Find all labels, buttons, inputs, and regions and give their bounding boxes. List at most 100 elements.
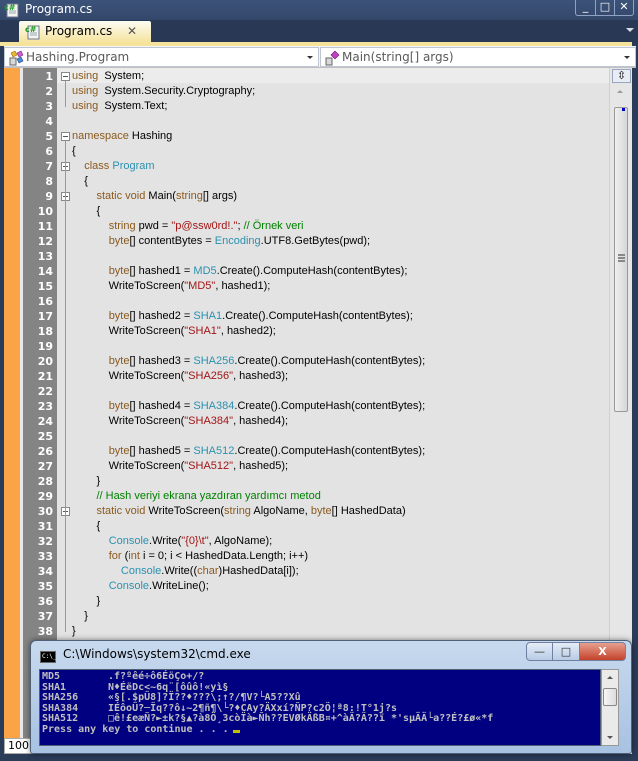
code-line[interactable]: 4	[4, 114, 632, 129]
type-token: Console	[108, 535, 150, 547]
scroll-up-icon[interactable]	[607, 676, 613, 679]
tab-overflow-dropdown-icon[interactable]	[626, 28, 634, 32]
hash-output: .f?ºêé÷ô6ÉöÇo+/?	[108, 671, 205, 682]
minimize-button[interactable]: _	[576, 0, 595, 15]
console-maximize-button[interactable]: □	[553, 642, 580, 661]
code-line[interactable]: 32 Console.Write("{0}\t", AlgoName);	[4, 534, 632, 549]
type-dropdown[interactable]: Hashing.Program	[4, 47, 319, 67]
scroll-up-icon[interactable]	[617, 90, 623, 93]
scroll-down-icon[interactable]	[607, 736, 613, 739]
code-line[interactable]: 38}	[4, 624, 632, 639]
code-line[interactable]: 31 {	[4, 519, 632, 534]
code-line[interactable]: 23 byte[] hashed4 = SHA384.Create().Comp…	[4, 399, 632, 414]
zoom-level-combo[interactable]: 100	[4, 738, 32, 754]
console-scrollbar-thumb[interactable]	[603, 688, 617, 706]
collapse-toggle-icon[interactable]	[61, 132, 70, 141]
line-number: 3	[45, 100, 53, 113]
code-line[interactable]: 8 {	[4, 174, 632, 189]
code-token: WriteToScreen(	[72, 325, 185, 337]
method-icon	[325, 50, 340, 66]
split-window-icon[interactable]: ⇳	[612, 69, 631, 83]
code-text: namespace Hashing	[72, 129, 172, 144]
code-line[interactable]: 25	[4, 429, 632, 444]
code-line[interactable]: 13	[4, 249, 632, 264]
close-button[interactable]: ✕	[614, 0, 633, 15]
scroll-position-marker	[622, 108, 625, 111]
code-line[interactable]: 36 }	[4, 594, 632, 609]
code-line[interactable]: 16	[4, 294, 632, 309]
code-token: {	[72, 205, 101, 217]
tab-close-icon[interactable]: ✕	[127, 24, 137, 38]
code-line[interactable]: 30 static void WriteToScreen(string Algo…	[4, 504, 632, 519]
code-line[interactable]: 35 Console.WriteLine();	[4, 579, 632, 594]
code-token: .Create().ComputeHash(contentBytes);	[222, 310, 413, 322]
code-line[interactable]: 14 byte[] hashed1 = MD5.Create().Compute…	[4, 264, 632, 279]
code-line[interactable]: 3 using System.Text;	[4, 99, 632, 114]
code-line[interactable]: 20 byte[] hashed3 = SHA256.Create().Comp…	[4, 354, 632, 369]
code-text: }	[72, 594, 100, 609]
line-number: 21	[37, 370, 53, 383]
code-line[interactable]: 5 namespace Hashing	[4, 129, 632, 144]
code-line[interactable]: 10 {	[4, 204, 632, 219]
type-token: SHA1	[193, 310, 223, 322]
string-token: "SHA1"	[184, 325, 221, 337]
code-line[interactable]: 29 // Hash veriyi ekrana yazdıran yardım…	[4, 489, 632, 504]
code-line[interactable]: 33 for (int i = 0; i < HashedData.Length…	[4, 549, 632, 564]
code-text: WriteToScreen("MD5", hashed1);	[72, 279, 271, 294]
code-line[interactable]: 27 WriteToScreen("SHA512", hashed5);	[4, 459, 632, 474]
code-line[interactable]: 1 using System;	[4, 69, 632, 84]
code-text: {	[72, 519, 100, 534]
console-window-controls: — □ X	[526, 642, 626, 661]
code-line[interactable]: 6{	[4, 144, 632, 159]
svg-text:c#: c#	[25, 25, 37, 34]
code-line[interactable]: 34 Console.Write((char)HashedData[i]);	[4, 564, 632, 579]
code-token: pwd =	[135, 220, 172, 232]
console-close-button[interactable]: X	[580, 642, 626, 661]
code-line[interactable]: 17 byte[] hashed2 = SHA1.Create().Comput…	[4, 309, 632, 324]
code-line[interactable]: 26 byte[] hashed5 = SHA512.Create().Comp…	[4, 444, 632, 459]
console-prompt: Press any key to continue . . .	[42, 724, 493, 736]
window-controls: _ □ ✕	[575, 0, 634, 16]
code-line[interactable]: 21 WriteToScreen("SHA256", hashed3);	[4, 369, 632, 384]
code-line[interactable]: 12 byte[] contentBytes = Encoding.UTF8.G…	[4, 234, 632, 249]
code-text: Console.WriteLine();	[72, 579, 209, 594]
line-number: 14	[37, 265, 53, 278]
code-token: System;	[98, 70, 145, 82]
code-token: WriteToScreen(	[72, 460, 185, 472]
code-token: WriteToScreen(	[145, 505, 225, 517]
code-line[interactable]: 22	[4, 384, 632, 399]
code-text: byte[] hashed1 = MD5.Create().ComputeHas…	[72, 264, 408, 279]
code-text: byte[] hashed4 = SHA384.Create().Compute…	[72, 399, 425, 414]
code-token: {	[72, 175, 88, 187]
code-line[interactable]: 28 }	[4, 474, 632, 489]
code-line[interactable]: 2 using System.Security.Cryptography;	[4, 84, 632, 99]
code-line[interactable]: 7 class Program	[4, 159, 632, 174]
maximize-button[interactable]: □	[595, 0, 614, 15]
tab-program-cs[interactable]: c# Program.cs ✕	[19, 21, 151, 43]
scrollbar-thumb[interactable]	[614, 107, 628, 412]
code-line[interactable]: 18 WriteToScreen("SHA1", hashed2);	[4, 324, 632, 339]
code-text: Console.Write("{0}\t", AlgoName);	[72, 534, 273, 549]
code-line[interactable]: 11 string pwd = "p@ssw0rd!."; // Örnek v…	[4, 219, 632, 234]
console-output-area[interactable]: MD5 .f?ºêé÷ô6ÉöÇo+/? SHA1 N♦ÉëDc<~6q¨[ôûô!«…	[39, 669, 601, 746]
code-line[interactable]: 15 WriteToScreen("MD5", hashed1);	[4, 279, 632, 294]
code-line[interactable]: 19	[4, 339, 632, 354]
line-number: 11	[37, 220, 53, 233]
collapse-toggle-icon[interactable]	[61, 72, 70, 81]
code-token: .Create().ComputeHash(contentBytes);	[216, 265, 408, 277]
member-dropdown[interactable]: Main(string[] args)	[320, 47, 636, 67]
console-scrollbar[interactable]	[601, 669, 619, 746]
type-dropdown-value: Hashing.Program	[26, 50, 130, 64]
line-number: 25	[37, 430, 53, 443]
code-token: [] hashed1 =	[129, 265, 194, 277]
cmd-icon: C:\_	[40, 651, 56, 663]
console-minimize-button[interactable]: —	[526, 642, 553, 661]
code-token: [] contentBytes =	[129, 235, 215, 247]
code-line[interactable]: 24 WriteToScreen("SHA384", hashed4);	[4, 414, 632, 429]
code-line[interactable]: 37 }	[4, 609, 632, 624]
code-line[interactable]: 9 static void Main(string[] args)	[4, 189, 632, 204]
hash-output: □ê!£eæÑ?►±k?§▲?à8Ö¸3còÏà►Ñh??EVØkÄßB¤+^à…	[108, 713, 494, 724]
code-text: Console.Write((char)HashedData[i]);	[72, 564, 299, 579]
